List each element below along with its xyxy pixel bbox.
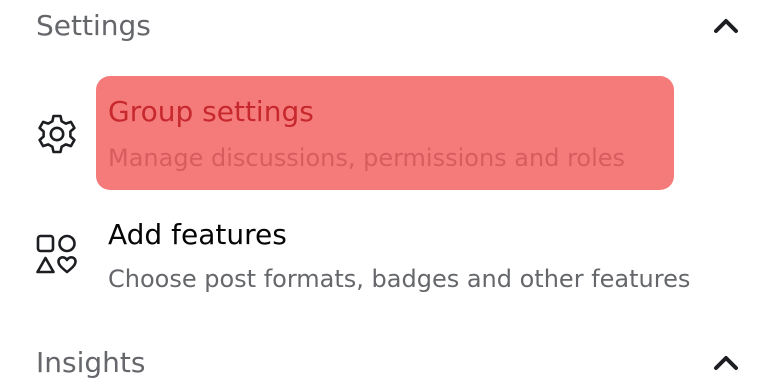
insights-section-title: Insights bbox=[36, 346, 146, 379]
insights-section-header[interactable]: Insights bbox=[0, 335, 768, 382]
add-features-title: Add features bbox=[108, 218, 287, 251]
settings-section-header[interactable]: Settings bbox=[0, 0, 768, 60]
group-settings-title: Group settings bbox=[108, 95, 314, 128]
group-settings-description: Manage discussions, permissions and role… bbox=[108, 144, 626, 172]
chevron-up-icon[interactable] bbox=[712, 353, 740, 373]
gear-icon bbox=[38, 114, 76, 154]
add-features-description: Choose post formats, badges and other fe… bbox=[108, 265, 691, 293]
chevron-up-icon[interactable] bbox=[712, 16, 740, 36]
menu-item-group-settings[interactable]: Group settings Manage discussions, permi… bbox=[0, 76, 768, 190]
group-settings-panel: Settings Group settings Manage discussio… bbox=[0, 0, 768, 382]
shapes-icon bbox=[36, 234, 77, 274]
menu-item-add-features[interactable]: Add features Choose post formats, badges… bbox=[0, 205, 768, 305]
settings-section-title: Settings bbox=[36, 9, 151, 42]
